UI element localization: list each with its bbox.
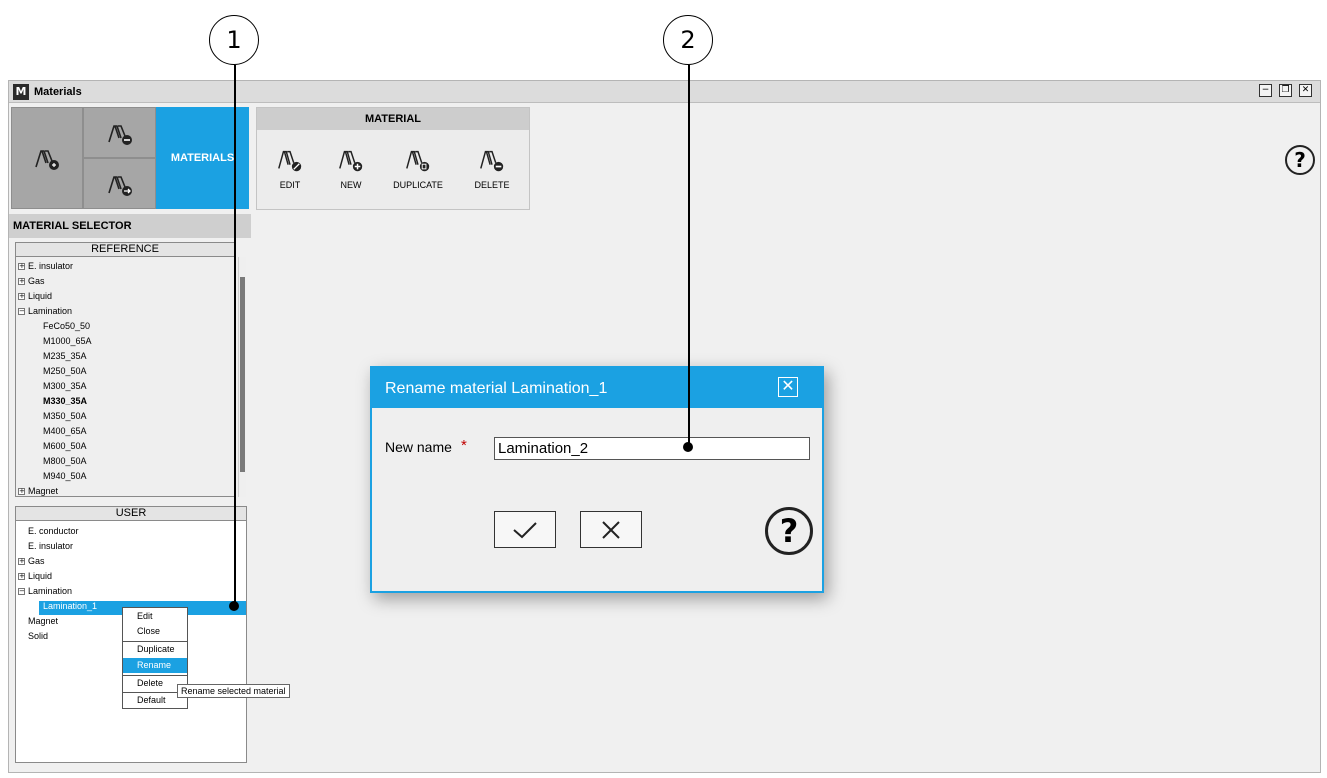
edit-material-button[interactable]: EDIT: [259, 146, 321, 196]
reference-item-gas[interactable]: Gas: [28, 274, 45, 289]
material-export-tile[interactable]: [83, 158, 156, 209]
callout-1: 1: [209, 15, 259, 65]
reference-item-magnet[interactable]: Magnet: [28, 484, 58, 499]
reference-item-e-insulator[interactable]: E. insulator: [28, 259, 73, 274]
delete-label: DELETE: [474, 180, 510, 190]
tree-expander-icon[interactable]: +: [18, 558, 25, 565]
user-item-magnet[interactable]: Magnet: [28, 614, 58, 629]
material-remove-icon: [107, 124, 132, 145]
new-name-label: New name: [385, 439, 452, 455]
check-icon: [513, 521, 537, 538]
tree-expander-icon[interactable]: −: [18, 308, 25, 315]
menu-item-edit[interactable]: Edit: [123, 609, 187, 624]
reference-item-lamination[interactable]: Lamination: [28, 304, 72, 319]
rename-dialog: Rename material Lamination_1 ✕ New name …: [370, 366, 824, 593]
material-settings-icon: [35, 150, 59, 170]
edit-label: EDIT: [279, 180, 301, 190]
reference-item-feco50-50[interactable]: FeCo50_50: [43, 319, 90, 334]
reference-scrollbar[interactable]: [238, 257, 246, 497]
callout-2-dot: [683, 442, 693, 452]
tree-expander-icon[interactable]: +: [18, 263, 25, 270]
callout-1-leader: [234, 65, 236, 606]
user-item-solid[interactable]: Solid: [28, 629, 48, 644]
new-label: NEW: [340, 180, 362, 190]
restore-icon[interactable]: ❐: [1279, 84, 1292, 97]
confirm-button[interactable]: [494, 511, 556, 548]
material-edit-icon: [278, 150, 302, 172]
title-bar: M Materials − ❐ ✕: [9, 81, 1320, 103]
reference-item-m940-50a[interactable]: M940_50A: [43, 469, 87, 484]
reference-item-m400-65a[interactable]: M400_65A: [43, 424, 87, 439]
user-header: USER: [16, 507, 246, 521]
material-delete-icon: [480, 150, 504, 172]
window-title: Materials: [34, 85, 82, 98]
cancel-button[interactable]: [580, 511, 642, 548]
tree-expander-icon[interactable]: +: [18, 573, 25, 580]
reference-item-m235-35a[interactable]: M235_35A: [43, 349, 87, 364]
callout-2: 2: [663, 15, 713, 65]
user-item-liquid[interactable]: Liquid: [28, 569, 52, 584]
material-export-icon: [107, 175, 132, 196]
material-info-tile[interactable]: [11, 107, 83, 209]
delete-material-button[interactable]: DELETE: [461, 146, 523, 196]
close-icon[interactable]: ✕: [1299, 84, 1312, 97]
reference-item-m330-35a[interactable]: M330_35A: [43, 394, 87, 409]
callout-1-dot: [229, 601, 239, 611]
app-logo-icon: M: [13, 83, 29, 100]
menu-item-rename[interactable]: Rename: [123, 658, 187, 673]
minimize-icon[interactable]: −: [1259, 84, 1272, 97]
material-new-icon: [339, 150, 363, 172]
dialog-close-icon[interactable]: ✕: [778, 377, 798, 397]
user-item-e-conductor[interactable]: E. conductor: [28, 524, 79, 539]
reference-item-m800-50a[interactable]: M800_50A: [43, 454, 87, 469]
scrollbar-thumb[interactable]: [240, 277, 245, 472]
reference-item-m600-50a[interactable]: M600_50A: [43, 439, 87, 454]
material-group-title: MATERIAL: [257, 108, 529, 130]
help-icon[interactable]: ?: [1285, 145, 1315, 175]
tree-expander-icon[interactable]: +: [18, 293, 25, 300]
tree-expander-icon[interactable]: +: [18, 278, 25, 285]
menu-item-duplicate[interactable]: Duplicate: [123, 642, 187, 657]
rename-tooltip: Rename selected material: [177, 684, 290, 698]
user-item-e-insulator[interactable]: E. insulator: [28, 539, 73, 554]
reference-tree[interactable]: REFERENCE + E. insulator + Gas + Liquid − Lamin…: [15, 242, 235, 497]
reference-item-m250-50a[interactable]: M250_50A: [43, 364, 87, 379]
reference-item-m350-50a[interactable]: M350_50A: [43, 409, 87, 424]
dialog-help-icon[interactable]: ?: [765, 507, 813, 555]
new-material-button[interactable]: NEW: [320, 146, 382, 196]
duplicate-label: DUPLICATE: [393, 180, 443, 190]
tree-expander-icon[interactable]: −: [18, 588, 25, 595]
material-ribbon-group: MATERIAL EDIT NEW DUPLICATE DELETE: [256, 107, 530, 210]
reference-item-m1000-65a[interactable]: M1000_65A: [43, 334, 92, 349]
dialog-title-bar: Rename material Lamination_1 ✕: [372, 368, 822, 408]
duplicate-material-button[interactable]: DUPLICATE: [387, 146, 449, 196]
required-marker: *: [461, 437, 467, 454]
reference-item-m300-35a[interactable]: M300_35A: [43, 379, 87, 394]
user-item-lamination[interactable]: Lamination: [28, 584, 72, 599]
menu-item-close[interactable]: Close: [123, 624, 187, 639]
new-name-input[interactable]: [494, 437, 810, 460]
x-icon: [602, 520, 620, 539]
material-selector-title: MATERIAL SELECTOR: [9, 214, 251, 238]
material-remove-tile[interactable]: [83, 107, 156, 158]
user-item-lamination-1[interactable]: Lamination_1: [43, 599, 97, 614]
callout-2-leader: [688, 65, 690, 447]
reference-header: REFERENCE: [16, 243, 234, 257]
user-item-gas[interactable]: Gas: [28, 554, 45, 569]
tree-expander-icon[interactable]: +: [18, 488, 25, 495]
reference-item-liquid[interactable]: Liquid: [28, 289, 52, 304]
material-duplicate-icon: [406, 150, 430, 172]
dialog-title: Rename material Lamination_1: [385, 380, 608, 397]
